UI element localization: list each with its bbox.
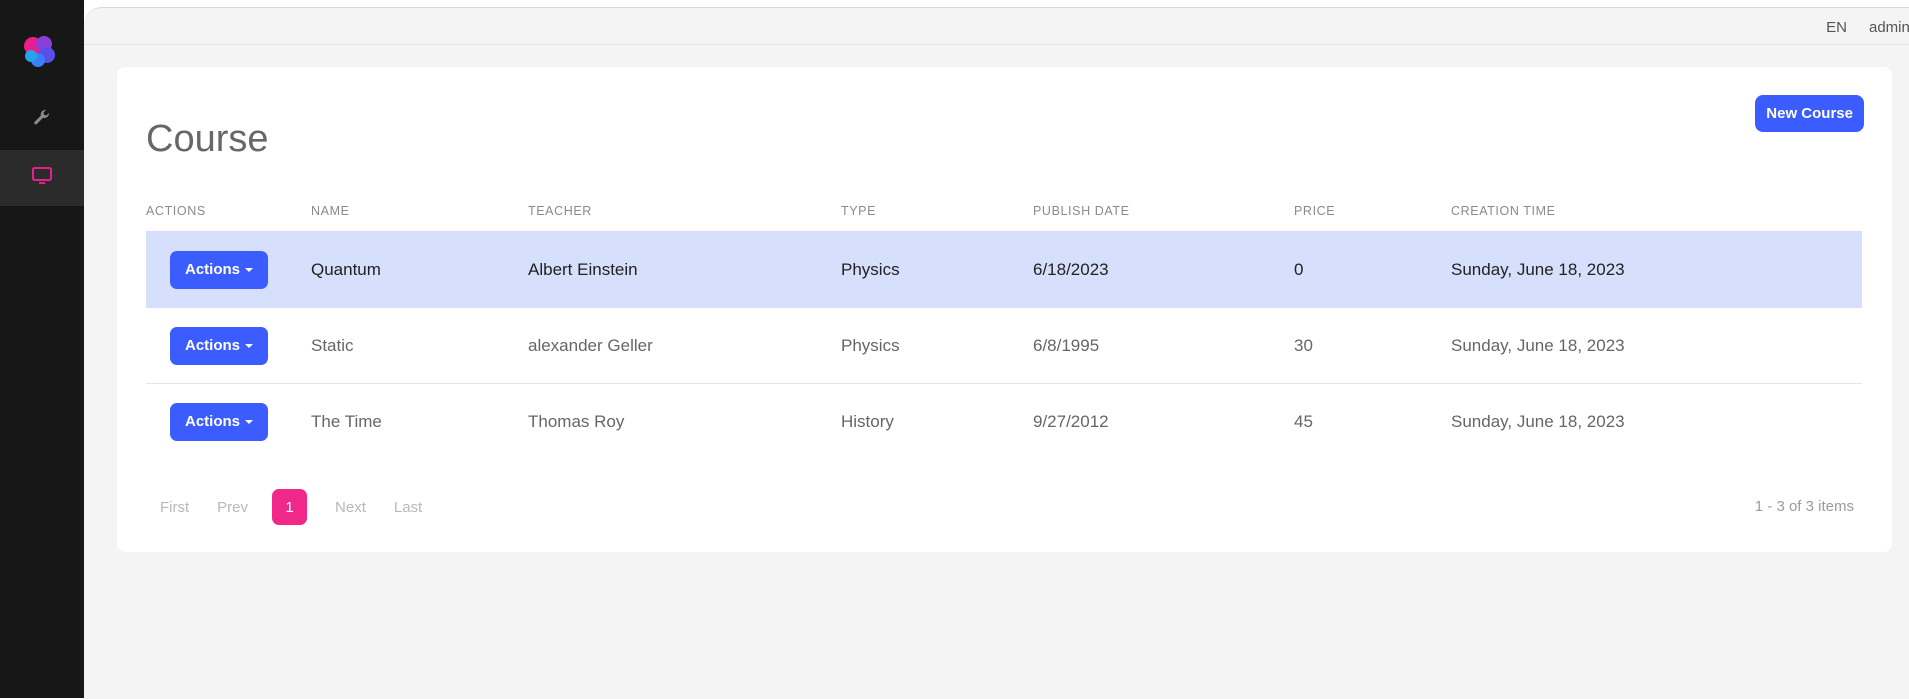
table-row[interactable]: Actions The Time Thomas Roy History 9/27…	[146, 383, 1862, 459]
cell-price: 45	[1294, 383, 1451, 459]
column-header-price[interactable]: PRICE	[1294, 191, 1451, 232]
course-card: Course New Course ACTIONS NAME TEACHER T…	[117, 67, 1892, 552]
pagination-current-page[interactable]: 1	[272, 489, 308, 525]
cell-type: History	[841, 383, 1033, 459]
pagination-next[interactable]: Next	[335, 499, 366, 516]
sidebar-item-courses[interactable]	[0, 150, 84, 206]
cell-price: 0	[1294, 231, 1451, 308]
cell-creation-time: Sunday, June 18, 2023	[1451, 383, 1862, 459]
cell-type: Physics	[841, 307, 1033, 384]
actions-button[interactable]: Actions	[170, 250, 269, 289]
caret-down-icon	[245, 419, 254, 424]
pagination-first[interactable]: First	[160, 499, 189, 516]
actions-label: Actions	[185, 337, 241, 354]
actions-cell: Actions	[146, 383, 311, 459]
cell-name: The Time	[311, 383, 528, 459]
table-row[interactable]: Actions Quantum Albert Einstein Physics …	[146, 231, 1862, 308]
cell-name: Quantum	[311, 231, 528, 308]
actions-label: Actions	[185, 413, 241, 430]
pagination-last[interactable]: Last	[394, 499, 422, 516]
actions-button[interactable]: Actions	[170, 402, 269, 441]
pagination-prev[interactable]: Prev	[217, 499, 248, 516]
pagination-summary: 1 - 3 of 3 items	[1754, 498, 1854, 515]
user-menu[interactable]: admin	[1869, 19, 1909, 36]
course-table: ACTIONS NAME TEACHER TYPE PUBLISH DATE P…	[146, 191, 1862, 459]
column-header-type[interactable]: TYPE	[841, 191, 1033, 232]
wrench-icon	[32, 108, 52, 133]
sidebar	[0, 0, 84, 698]
caret-down-icon	[245, 267, 254, 272]
cell-publish-date: 9/27/2012	[1033, 383, 1294, 459]
column-header-teacher[interactable]: TEACHER	[528, 191, 841, 232]
monitor-icon	[31, 166, 53, 191]
main-area: EN admin Course New Course ACTIONS NAME …	[84, 7, 1909, 699]
cell-creation-time: Sunday, June 18, 2023	[1451, 307, 1862, 384]
app-logo[interactable]	[20, 31, 60, 71]
column-header-creation-time[interactable]: CREATION TIME	[1451, 191, 1862, 232]
language-selector[interactable]: EN	[1826, 19, 1847, 36]
column-header-publish-date[interactable]: PUBLISH DATE	[1033, 191, 1294, 232]
column-header-actions: ACTIONS	[146, 204, 206, 218]
column-header-name[interactable]: NAME	[311, 191, 528, 232]
caret-down-icon	[245, 343, 254, 348]
sidebar-item-administration[interactable]	[0, 92, 84, 148]
cell-publish-date: 6/18/2023	[1033, 231, 1294, 308]
cell-publish-date: 6/8/1995	[1033, 307, 1294, 384]
table-row[interactable]: Actions Static alexander Geller Physics …	[146, 307, 1862, 384]
actions-button[interactable]: Actions	[170, 326, 269, 365]
cell-teacher: alexander Geller	[528, 307, 841, 384]
table-header-row: ACTIONS NAME TEACHER TYPE PUBLISH DATE P…	[146, 191, 1862, 232]
pagination: First Prev 1 Next Last	[146, 489, 450, 525]
page-title: Course	[146, 118, 269, 161]
new-course-button[interactable]: New Course	[1755, 95, 1864, 132]
cell-name: Static	[311, 307, 528, 384]
actions-cell: Actions	[146, 231, 311, 308]
cell-price: 30	[1294, 307, 1451, 384]
cell-type: Physics	[841, 231, 1033, 308]
cell-teacher: Thomas Roy	[528, 383, 841, 459]
actions-cell: Actions	[146, 307, 311, 384]
cell-teacher: Albert Einstein	[528, 231, 841, 308]
cell-creation-time: Sunday, June 18, 2023	[1451, 231, 1862, 308]
top-bar: EN admin	[84, 8, 1909, 45]
actions-label: Actions	[185, 261, 241, 278]
